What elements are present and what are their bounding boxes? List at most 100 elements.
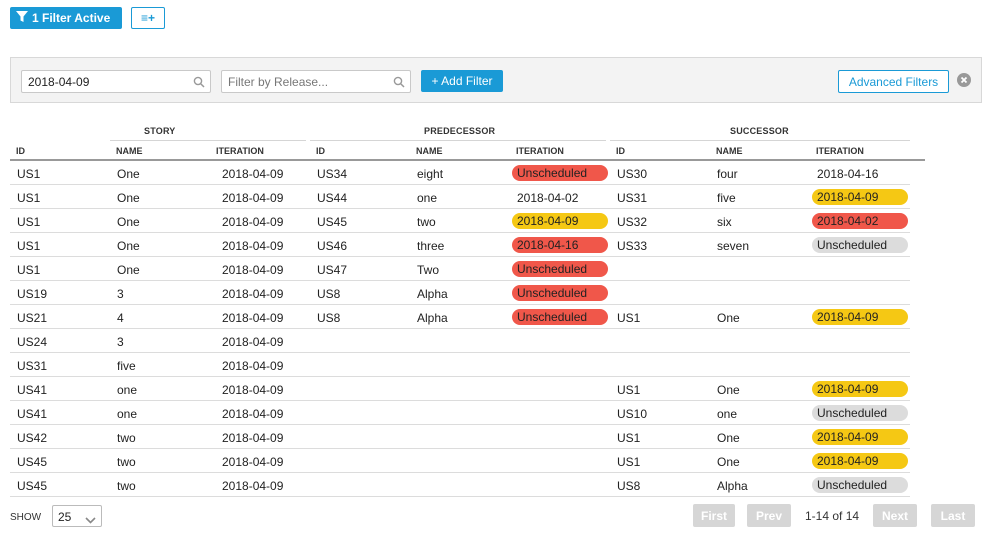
succ-id-cell: US8: [617, 479, 641, 493]
story-iteration-cell: 2018-04-09: [222, 455, 284, 469]
col-header-story-name[interactable]: NAME: [116, 146, 143, 156]
table-row[interactable]: US21 4 2018-04-09 US8 Alpha Unscheduled US1 One…: [10, 305, 910, 329]
pred-id-cell: US8: [317, 287, 341, 301]
column-header-row: ID NAME ITERATION ID NAME ITERATION ID N…: [10, 141, 925, 161]
succ-id-cell: US10: [617, 407, 648, 421]
release-filter-wrapper: [221, 70, 411, 93]
succ-id-cell: US1: [617, 431, 641, 445]
search-icon: [393, 76, 405, 91]
story-name-cell: One: [117, 215, 140, 229]
col-header-succ-name[interactable]: NAME: [716, 146, 743, 156]
story-name-cell: two: [117, 479, 136, 493]
table-row[interactable]: US24 3 2018-04-09: [10, 329, 910, 353]
story-name-cell: one: [117, 407, 138, 421]
story-name-cell: One: [117, 239, 140, 253]
succ-name-cell: six: [717, 215, 732, 229]
story-name-cell: one: [117, 383, 138, 397]
page-size-select[interactable]: 25: [52, 505, 102, 527]
date-filter-wrapper: [21, 70, 211, 93]
succ-name-cell: four: [717, 167, 738, 181]
pred-name-cell: eight: [417, 167, 444, 181]
table-row[interactable]: US1 One 2018-04-09 US44 one 2018-04-02 US31 fiv…: [10, 185, 910, 209]
story-id-cell: US41: [17, 407, 48, 421]
release-filter-input[interactable]: [222, 71, 410, 92]
iteration-status-badge: Unscheduled: [812, 237, 908, 253]
succ-id-cell: US33: [617, 239, 648, 253]
filter-active-button[interactable]: 1 Filter Active: [10, 7, 122, 29]
dependency-table: STORY PREDECESSOR SUCCESSOR ID NAME ITER…: [10, 120, 925, 497]
succ-name-cell: One: [717, 383, 740, 397]
succ-id-cell: US30: [617, 167, 648, 181]
pred-name-cell: Two: [417, 263, 440, 277]
story-name-cell: two: [117, 431, 136, 445]
story-id-cell: US19: [17, 287, 48, 301]
col-header-succ-id[interactable]: ID: [616, 146, 625, 156]
story-iteration-cell: 2018-04-09: [222, 359, 284, 373]
pred-name-cell: Alpha: [417, 287, 448, 301]
story-id-cell: US31: [17, 359, 48, 373]
advanced-filters-button[interactable]: Advanced Filters: [838, 70, 949, 93]
prev-page-button[interactable]: Prev: [747, 504, 791, 527]
succ-name-cell: One: [717, 311, 740, 325]
pred-name-cell: one: [417, 191, 438, 205]
table-row[interactable]: US31 five 2018-04-09: [10, 353, 910, 377]
iteration-status-badge: Unscheduled: [812, 477, 908, 493]
pred-id-cell: US34: [317, 167, 348, 181]
story-id-cell: US21: [17, 311, 48, 325]
iteration-status-badge: Unscheduled: [512, 285, 608, 301]
col-header-pred-name[interactable]: NAME: [416, 146, 443, 156]
iteration-status-badge: Unscheduled: [812, 405, 908, 421]
story-iteration-cell: 2018-04-09: [222, 431, 284, 445]
table-row[interactable]: US19 3 2018-04-09 US8 Alpha Unscheduled: [10, 281, 910, 305]
succ-name-cell: Alpha: [717, 479, 748, 493]
date-filter-input[interactable]: [22, 71, 210, 92]
table-row[interactable]: US1 One 2018-04-09 US34 eight Unscheduled US30…: [10, 161, 910, 185]
pred-id-cell: US47: [317, 263, 348, 277]
table-row[interactable]: US45 two 2018-04-09 US8 Alpha Unscheduled: [10, 473, 910, 497]
table-row[interactable]: US41 one 2018-04-09 US1 One 2018-04-09: [10, 377, 910, 401]
table-row[interactable]: US42 two 2018-04-09 US1 One 2018-04-09: [10, 425, 910, 449]
group-header-predecessor: PREDECESSOR: [424, 126, 496, 136]
story-name-cell: 3: [117, 335, 124, 349]
story-name-cell: One: [117, 167, 140, 181]
succ-name-cell: one: [717, 407, 738, 421]
table-row[interactable]: US1 One 2018-04-09 US47 Two Unscheduled: [10, 257, 910, 281]
next-page-button[interactable]: Next: [873, 504, 917, 527]
succ-name-cell: One: [717, 431, 740, 445]
story-id-cell: US1: [17, 191, 41, 205]
table-row[interactable]: US1 One 2018-04-09 US45 two 2018-04-09 US32 six…: [10, 209, 910, 233]
story-name-cell: two: [117, 455, 136, 469]
iteration-status-badge: 2018-04-09: [812, 189, 908, 205]
col-header-pred-id[interactable]: ID: [316, 146, 325, 156]
group-header-row: STORY PREDECESSOR SUCCESSOR: [10, 120, 925, 141]
iteration-status-badge: Unscheduled: [512, 165, 608, 181]
last-page-button[interactable]: Last: [931, 504, 975, 527]
table-row[interactable]: US45 two 2018-04-09 US1 One 2018-04-09: [10, 449, 910, 473]
table-body: US1 One 2018-04-09 US34 eight Unscheduled US30…: [10, 161, 925, 497]
succ-iteration-cell: 2018-04-16: [817, 167, 879, 181]
iteration-status-badge: 2018-04-09: [812, 429, 908, 445]
group-header-successor: SUCCESSOR: [730, 126, 789, 136]
story-iteration-cell: 2018-04-09: [222, 407, 284, 421]
clear-filters-icon[interactable]: [957, 73, 971, 90]
col-header-story-id[interactable]: ID: [16, 146, 25, 156]
columns-add-icon: ≡+: [140, 11, 155, 25]
succ-id-cell: US1: [617, 455, 641, 469]
table-row[interactable]: US41 one 2018-04-09 US10 one Unscheduled: [10, 401, 910, 425]
col-header-succ-iteration[interactable]: ITERATION: [816, 146, 864, 156]
table-row[interactable]: US1 One 2018-04-09 US46 three 2018-04-16 US33 s…: [10, 233, 910, 257]
show-label: SHOW: [10, 512, 42, 523]
funnel-icon: [16, 10, 32, 26]
col-header-story-iteration[interactable]: ITERATION: [216, 146, 264, 156]
story-iteration-cell: 2018-04-09: [222, 311, 284, 325]
add-filter-button[interactable]: + Add Filter: [421, 70, 503, 92]
col-header-pred-iteration[interactable]: ITERATION: [516, 146, 564, 156]
first-page-button[interactable]: First: [693, 504, 735, 527]
iteration-status-badge: 2018-04-09: [812, 381, 908, 397]
add-column-button[interactable]: ≡+: [131, 7, 165, 29]
succ-id-cell: US32: [617, 215, 648, 229]
story-name-cell: 3: [117, 287, 124, 301]
pred-name-cell: Alpha: [417, 311, 448, 325]
search-icon: [193, 76, 205, 91]
page-info: 1-14 of 14: [805, 509, 860, 523]
